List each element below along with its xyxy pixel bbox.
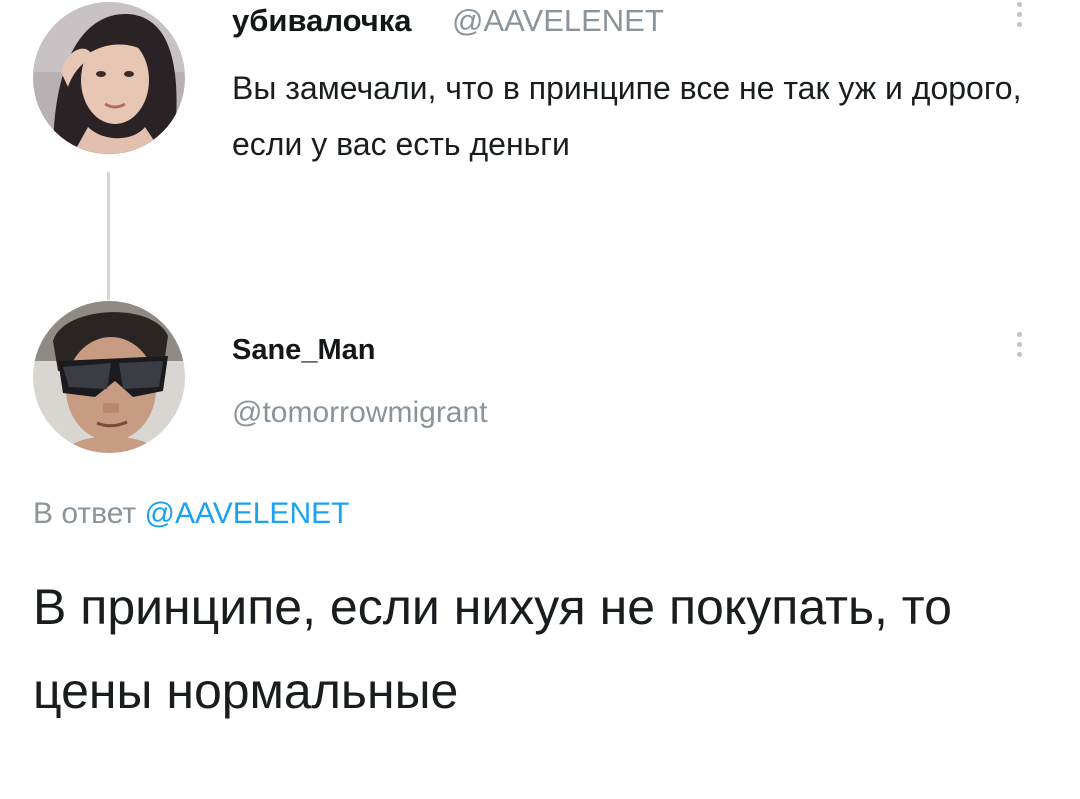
man-sunglasses-avatar-icon <box>33 301 185 453</box>
reply-tweet-text: В принципе, если нихуя не покупать, то ц… <box>33 579 952 719</box>
reply-handle[interactable]: @tomorrowmigrant <box>232 396 488 430</box>
parent-tweet-text: Вы замечали, что в принципе все не так у… <box>232 70 1022 162</box>
reply-display-name[interactable]: Sane_Man <box>232 334 375 367</box>
parent-handle[interactable]: @AAVELENET <box>452 3 664 39</box>
reply-context: В ответ @AAVELENET <box>33 497 349 531</box>
parent-tweet-avatar[interactable] <box>33 2 185 154</box>
reply-tweet-avatar[interactable] <box>33 301 185 453</box>
woman-avatar-icon <box>33 2 185 154</box>
reply-more-options-icon[interactable] <box>1013 332 1025 362</box>
reply-prefix: В ответ <box>33 497 137 530</box>
reply-to-handle-link[interactable]: @AAVELENET <box>144 497 349 530</box>
parent-more-options-icon[interactable] <box>1013 2 1025 32</box>
parent-display-name[interactable]: убивалочка <box>232 3 412 39</box>
thread-connector-line <box>107 172 110 300</box>
